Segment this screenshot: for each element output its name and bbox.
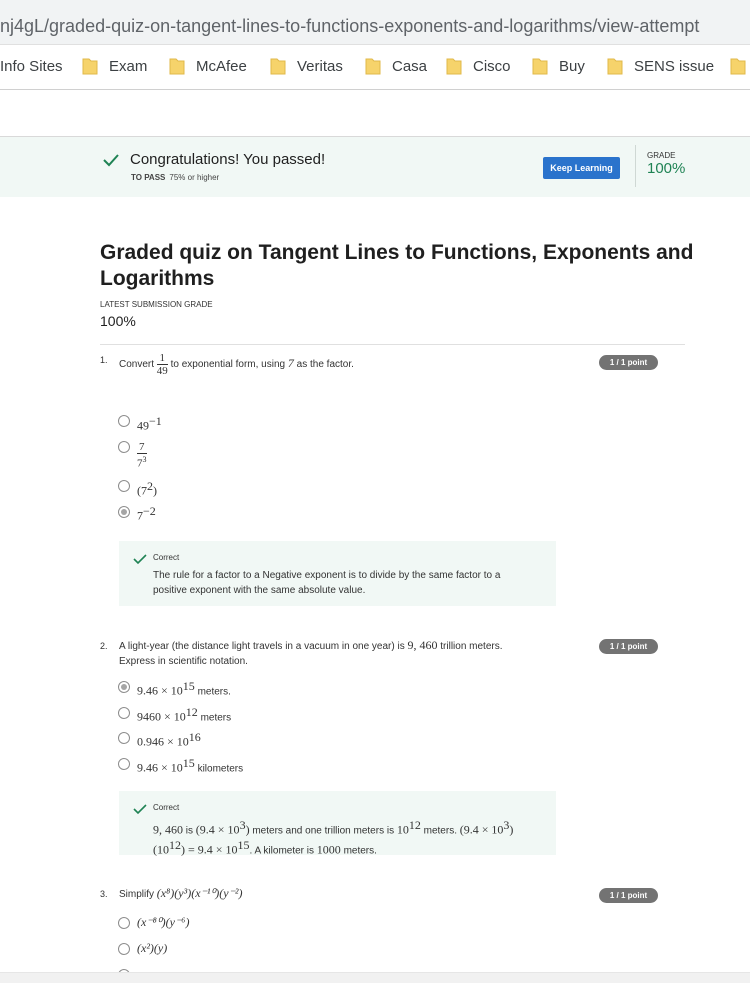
option-label: 7 73 [137, 441, 147, 470]
bookmark-sens-issue[interactable]: SENS issue [634, 58, 714, 75]
page-header-area [0, 90, 750, 137]
question-text: Convert 1 49 to exponential form, using 7… [119, 352, 354, 377]
option-radio[interactable] [118, 732, 130, 744]
option-label: 0.946 × 1016 [137, 730, 201, 749]
feedback-box: Correct The rule for a factor to a Negat… [119, 541, 556, 606]
option-radio-selected[interactable] [118, 506, 130, 518]
horizontal-scrollbar[interactable] [0, 972, 750, 983]
option-label: (x⁻⁸⁰)(y⁻⁶) [137, 915, 190, 929]
folder-icon [730, 57, 746, 75]
check-icon [102, 153, 120, 172]
feedback-label: Correct [153, 803, 180, 812]
option-radio[interactable] [118, 917, 130, 929]
pass-message: Congratulations! You passed! [130, 151, 326, 168]
page-title: Graded quiz on Tangent Lines to Function… [100, 241, 694, 290]
check-icon [133, 552, 147, 570]
option-radio[interactable] [118, 943, 130, 955]
grade-label: GRADE [647, 151, 676, 160]
latest-grade-label: LATEST SUBMISSION GRADE [100, 300, 213, 309]
bookmark-exam[interactable]: Exam [109, 58, 147, 75]
divider [100, 344, 685, 345]
address-bar[interactable]: nj4gL/graded-quiz-on-tangent-lines-to-fu… [0, 0, 750, 45]
option-radio[interactable] [118, 480, 130, 492]
bookmark-casa[interactable]: Casa [392, 58, 427, 75]
option-radio-selected[interactable] [118, 681, 130, 693]
option-label: 9.46 × 1015 kilometers [137, 756, 244, 775]
feedback-box: Correct 9, 460 is (9.4 × 103) meters and… [119, 791, 556, 857]
bookmark-info-sites[interactable]: Info Sites [0, 58, 63, 75]
question-text: Simplify (x⁸)(y³)(x⁻¹⁰)(y⁻²) [119, 886, 243, 900]
option-label: 9.46 × 1015 meters. [137, 679, 231, 698]
grade-value: 100% [647, 160, 686, 177]
folder-icon [607, 57, 623, 75]
folder-icon [446, 57, 462, 75]
folder-icon [169, 57, 185, 75]
keep-learning-button[interactable]: Keep Learning [543, 157, 620, 179]
bookmark-veritas[interactable]: Veritas [297, 58, 343, 75]
feedback-text: 9, 460 is (9.4 × 103) meters and one tri… [153, 818, 514, 857]
score-badge: 1 / 1 point [599, 355, 658, 370]
question-number: 2. [100, 641, 108, 651]
score-badge: 1 / 1 point [599, 888, 658, 903]
bookmark-mcafee[interactable]: McAfee [196, 58, 247, 75]
bookmark-cisco[interactable]: Cisco [473, 58, 511, 75]
option-radio[interactable] [118, 758, 130, 770]
option-label: 49−1 [137, 414, 162, 433]
folder-icon [270, 57, 286, 75]
folder-icon [365, 57, 381, 75]
divider [635, 145, 636, 187]
feedback-text: The rule for a factor to a Negative expo… [153, 570, 501, 596]
question-number: 3. [100, 889, 108, 899]
option-label: 9460 × 1012 meters [137, 705, 232, 724]
bookmarks-bar: Info Sites Exam McAfee Veritas Casa Cisc… [0, 45, 750, 90]
option-label: (x²)(y) [137, 941, 168, 955]
folder-icon [82, 57, 98, 75]
folder-icon [532, 57, 548, 75]
check-icon [133, 802, 147, 820]
bookmark-buy[interactable]: Buy [559, 58, 585, 75]
question-text: A light-year (the distance light travels… [119, 638, 503, 667]
fraction: 1 49 [156, 352, 168, 377]
option-radio[interactable] [118, 415, 130, 427]
option-radio[interactable] [118, 707, 130, 719]
latest-grade-value: 100% [100, 313, 136, 329]
feedback-label: Correct [153, 553, 180, 562]
option-label: (72) [137, 479, 157, 498]
option-label: 7−2 [137, 504, 156, 523]
to-pass-info: TO PASS 75% or higher [131, 173, 220, 182]
question-number: 1. [100, 355, 108, 365]
url-text[interactable]: nj4gL/graded-quiz-on-tangent-lines-to-fu… [0, 16, 699, 37]
score-badge: 1 / 1 point [599, 639, 658, 654]
option-radio[interactable] [118, 441, 130, 453]
